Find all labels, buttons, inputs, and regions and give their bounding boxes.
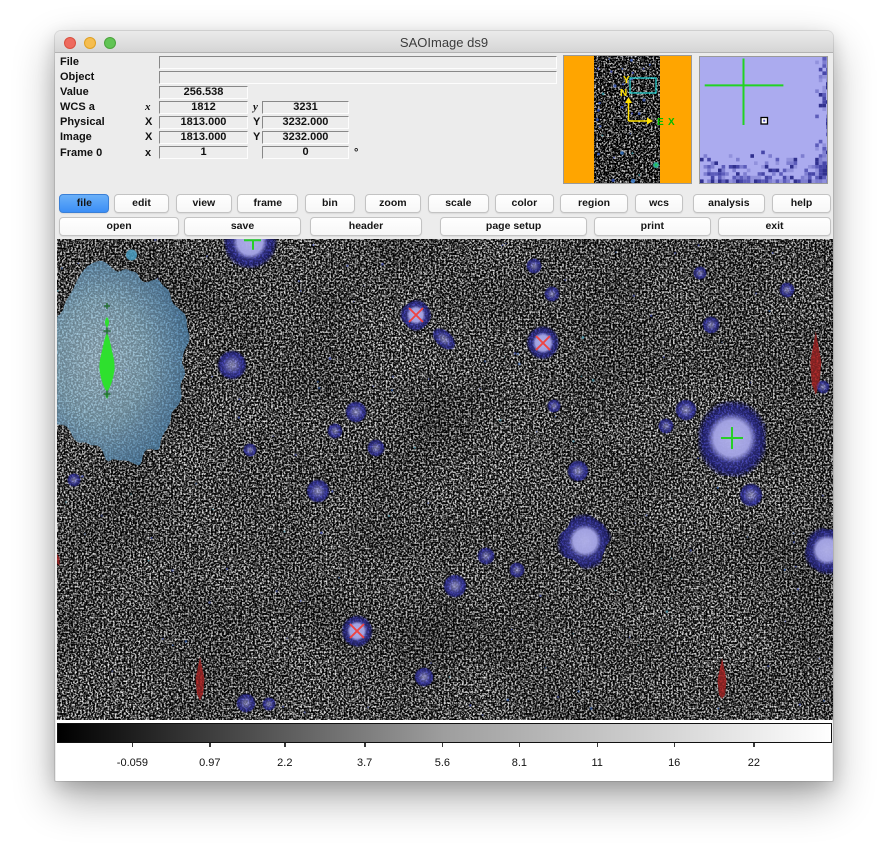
- svg-text:X: X: [668, 117, 675, 128]
- svg-text:E: E: [657, 117, 664, 128]
- svg-text:Y: Y: [623, 75, 630, 86]
- svg-text:N: N: [620, 88, 627, 99]
